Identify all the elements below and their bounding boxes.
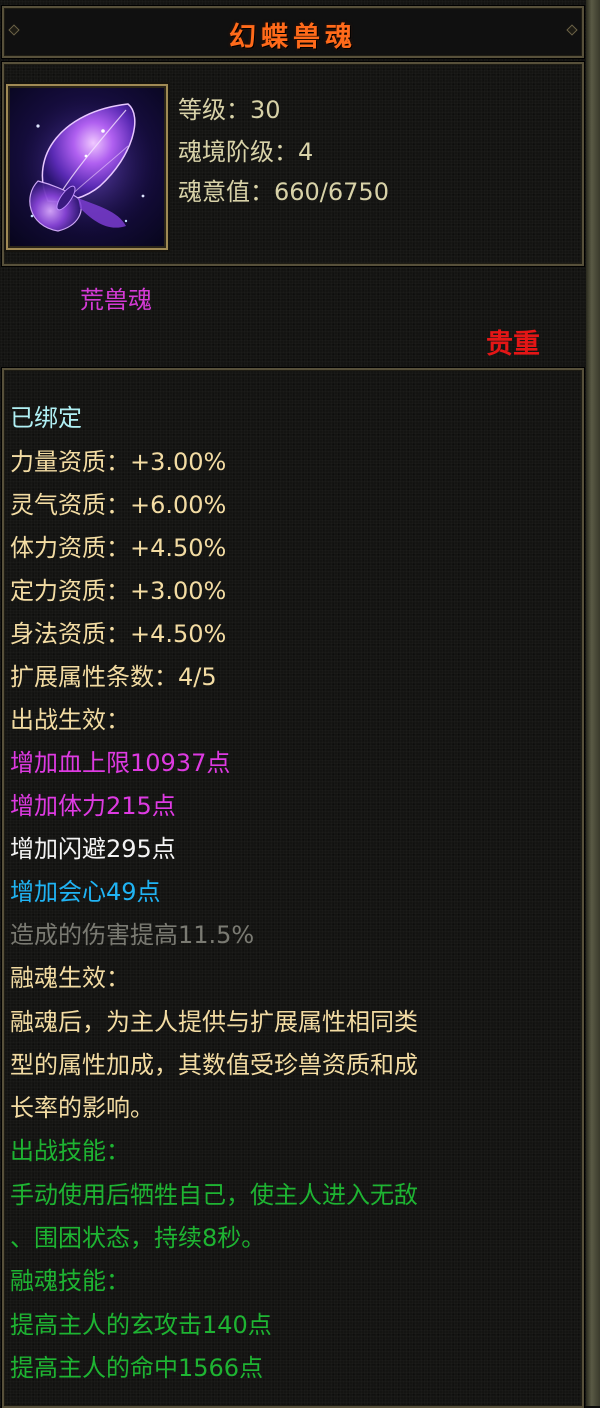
ext-attribute-count: 扩展属性条数：4/5 <box>10 663 217 691</box>
battle-effect-crit: 增加会心49点 <box>10 878 161 906</box>
aptitude-spirit: 灵气资质：+6.00% <box>10 491 227 519</box>
battle-effect-stamina: 增加体力215点 <box>10 792 176 820</box>
item-icon-frame[interactable] <box>6 84 168 250</box>
title-bar: 幻蝶兽魂 <box>2 6 584 58</box>
aptitude-focus: 定力资质：+3.00% <box>10 577 227 605</box>
rarity-label: 贵重 <box>486 329 540 360</box>
level-stat: 等级：30 <box>178 96 281 124</box>
fusion-skill-header: 融魂技能： <box>10 1267 130 1295</box>
soul-value-stat: 魂意值：660/6750 <box>178 178 389 206</box>
fusion-skill-attack: 提高主人的玄攻击140点 <box>10 1311 272 1339</box>
aptitude-stamina: 体力资质：+4.50% <box>10 534 227 562</box>
battle-effect-damage: 造成的伤害提高11.5% <box>10 921 255 949</box>
fusion-desc-line: 型的属性加成，其数值受珍兽资质和成 <box>10 1051 418 1079</box>
item-tooltip: 幻蝶兽魂 等级：30 魂境阶级：4 魂意值：660/6750 荒兽魂 贵重 已绑… <box>0 0 592 1408</box>
battle-effect-dodge: 增加闪避295点 <box>10 835 176 863</box>
aptitude-strength: 力量资质：+3.00% <box>10 448 227 476</box>
battle-skill-header: 出战技能： <box>10 1137 130 1165</box>
fusion-effect-header: 融魂生效： <box>10 964 130 992</box>
window-edge <box>586 0 600 1406</box>
fusion-skill-accuracy: 提高主人的命中1566点 <box>10 1354 264 1382</box>
fusion-desc-line: 融魂后，为主人提供与扩展属性相同类 <box>10 1008 418 1036</box>
bound-status: 已绑定 <box>10 404 82 432</box>
aptitude-agility: 身法资质：+4.50% <box>10 620 227 648</box>
realm-rank-stat: 魂境阶级：4 <box>178 138 314 166</box>
fusion-desc-line: 长率的影响。 <box>10 1094 154 1122</box>
item-title: 幻蝶兽魂 <box>229 22 357 53</box>
soul-type-label: 荒兽魂 <box>80 286 152 314</box>
purple-butterfly-icon <box>18 96 158 236</box>
battle-effect-hp: 增加血上限10937点 <box>10 749 231 777</box>
battle-skill-desc-line: 、围困状态，持续8秒。 <box>10 1224 266 1252</box>
battle-skill-desc-line: 手动使用后牺牲自己，使主人进入无敌 <box>10 1181 418 1209</box>
battle-effect-header: 出战生效： <box>10 706 130 734</box>
